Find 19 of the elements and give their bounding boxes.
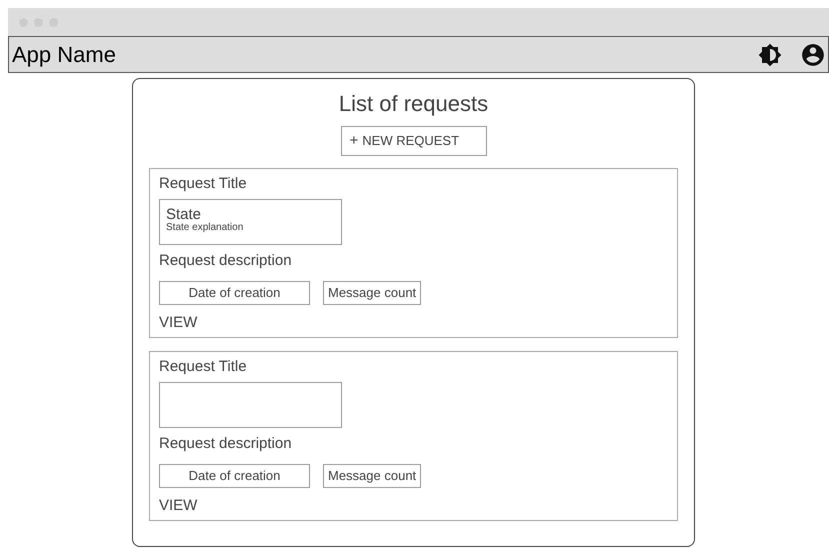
app-name: App Name (12, 41, 117, 69)
page-title: List of requests (338, 91, 488, 117)
plus-icon: + (350, 130, 358, 152)
state-explanation: State explanation (166, 222, 244, 234)
view-link[interactable]: VIEW (159, 497, 198, 515)
message-count: Message count (323, 281, 422, 305)
creation-date: Date of creation (159, 464, 310, 488)
request-description: Request description (159, 435, 292, 453)
creation-date: Date of creation (159, 281, 310, 305)
state-name: State (166, 207, 202, 222)
request-description: Request description (159, 252, 292, 270)
brightness-icon[interactable] (758, 42, 782, 66)
request-title: Request Title (159, 358, 247, 376)
account-icon[interactable] (800, 42, 826, 68)
request-title: Request Title (159, 175, 247, 193)
new-request-label: NEW REQUEST (362, 132, 460, 150)
new-request-button[interactable]: + NEW REQUEST (340, 126, 486, 156)
view-link[interactable]: VIEW (159, 314, 198, 332)
message-count: Message count (323, 464, 422, 488)
